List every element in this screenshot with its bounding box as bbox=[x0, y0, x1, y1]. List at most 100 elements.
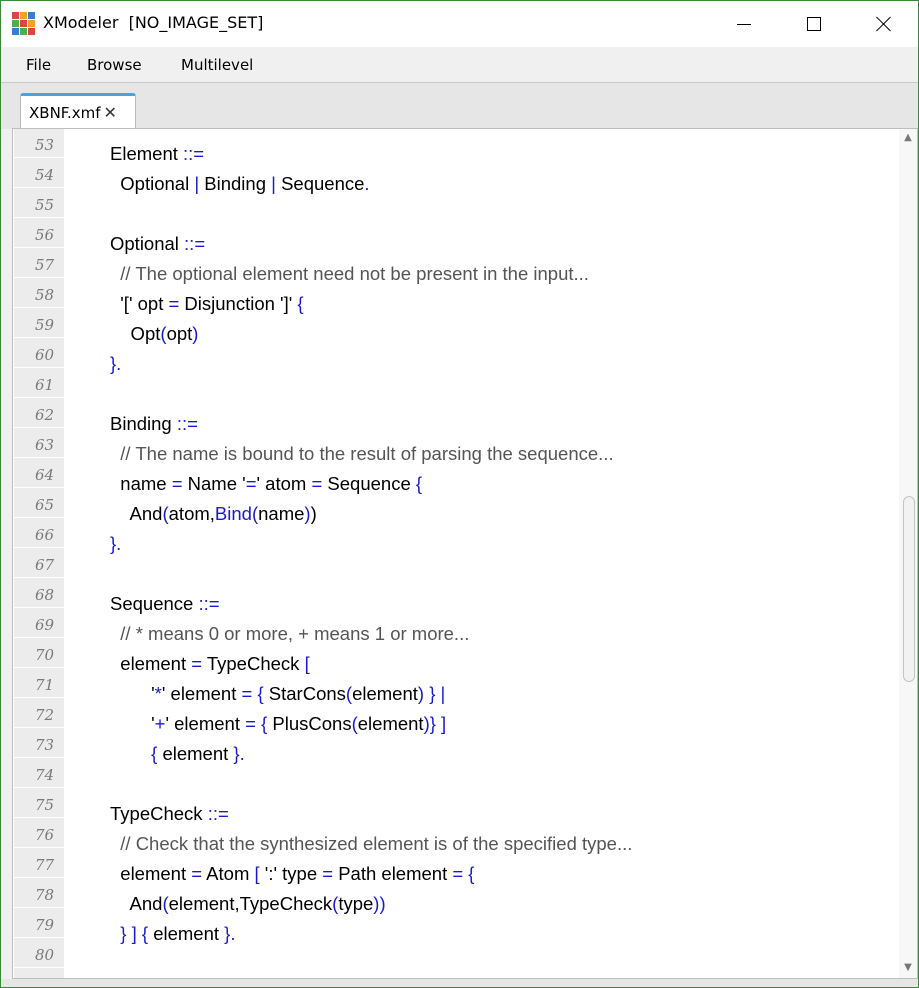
code-token-keyword: { bbox=[297, 293, 304, 314]
gutter-row: 79 bbox=[14, 909, 64, 938]
code-editor[interactable]: 53 54 55 56 57 58 59 60 61 62 63 64 65 66 67 68 69 70 71 72… bbox=[12, 128, 918, 979]
app-icon-square bbox=[28, 20, 35, 27]
code-token: type bbox=[338, 893, 374, 914]
maximize-button[interactable] bbox=[779, 1, 849, 47]
code-comment: // The optional element need not be pres… bbox=[110, 263, 589, 284]
line-number: 70 bbox=[35, 646, 55, 664]
code-token: element bbox=[148, 923, 225, 944]
app-icon-square bbox=[20, 28, 27, 35]
code-token: Optional bbox=[110, 233, 185, 254]
line-number: 77 bbox=[35, 856, 55, 874]
code-token: element bbox=[110, 863, 192, 884]
app-icon-square bbox=[20, 12, 27, 19]
code-token: element bbox=[357, 713, 424, 734]
code-token: element bbox=[352, 683, 418, 704]
gutter-row: 69 bbox=[14, 609, 64, 638]
gutter-row: 62 bbox=[14, 399, 64, 428]
code-token: Sequence bbox=[110, 593, 199, 614]
line-number: 65 bbox=[35, 496, 55, 514]
scrollbar-thumb[interactable] bbox=[903, 496, 915, 682]
code-line[interactable]: }. bbox=[110, 353, 121, 375]
gutter-row: 60 bbox=[14, 339, 64, 368]
code-line[interactable]: } ] { element }. bbox=[110, 923, 235, 945]
code-line[interactable]: // Check that the synthesized element is… bbox=[110, 833, 632, 855]
code-line[interactable]: TypeCheck ::= bbox=[110, 803, 229, 825]
gutter-row: 55 bbox=[14, 189, 64, 218]
gutter-row: 73 bbox=[14, 729, 64, 758]
code-token: ' element bbox=[161, 683, 242, 704]
menu-multilevel[interactable]: Multilevel bbox=[181, 56, 253, 74]
line-number: 72 bbox=[35, 706, 55, 724]
code-token: Sequence bbox=[275, 173, 365, 194]
code-token: name bbox=[110, 473, 172, 494]
app-icon-square bbox=[28, 12, 35, 19]
gutter-row: 78 bbox=[14, 879, 64, 908]
code-token: TypeCheck bbox=[110, 803, 208, 824]
code-line[interactable]: '+' element = { PlusCons(element)} ] bbox=[110, 713, 446, 735]
gutter-row: 56 bbox=[14, 219, 64, 248]
app-icon-square bbox=[12, 28, 19, 35]
code-line[interactable]: And(element,TypeCheck(type)) bbox=[110, 893, 386, 915]
title-bar[interactable]: XModeler [NO_IMAGE_SET] bbox=[1, 1, 918, 47]
minimize-button[interactable] bbox=[709, 1, 779, 47]
code-token: '[' opt bbox=[110, 293, 169, 314]
code-token-keyword: }. bbox=[110, 353, 122, 374]
tab-bar: XBNF.xmf ✕ bbox=[1, 83, 918, 129]
gutter-row: 68 bbox=[14, 579, 64, 608]
code-token-keyword: ::= bbox=[183, 143, 205, 164]
code-token-keyword: ::= bbox=[184, 233, 206, 254]
code-line[interactable]: // * means 0 or more, + means 1 or more.… bbox=[110, 623, 469, 645]
code-token-keyword: = { bbox=[452, 863, 475, 884]
close-button[interactable] bbox=[849, 1, 919, 47]
code-token: TypeCheck bbox=[202, 653, 305, 674]
code-line[interactable]: }. bbox=[110, 533, 121, 555]
tab-xbnf[interactable]: XBNF.xmf ✕ bbox=[20, 93, 136, 129]
gutter-row: 59 bbox=[14, 309, 64, 338]
code-line[interactable]: '*' element = { StarCons(element) } | bbox=[110, 683, 445, 705]
code-line[interactable]: element = TypeCheck [ bbox=[110, 653, 309, 675]
code-line[interactable]: Binding ::= bbox=[110, 413, 198, 435]
code-token-keyword: { bbox=[415, 473, 423, 494]
code-token-keyword: + bbox=[154, 713, 166, 734]
app-icon-square bbox=[20, 20, 27, 27]
code-token: ' bbox=[110, 713, 155, 734]
code-line[interactable]: // The name is bound to the result of pa… bbox=[110, 443, 613, 465]
code-token-keyword: = bbox=[322, 863, 334, 884]
code-token-keyword: ::= bbox=[176, 413, 198, 434]
app-icon-square bbox=[12, 20, 19, 27]
code-line[interactable]: And(atom,Bind(name)) bbox=[110, 503, 317, 525]
tab-close-icon[interactable]: ✕ bbox=[104, 104, 117, 121]
vertical-scrollbar[interactable]: ▲ ▼ bbox=[899, 129, 917, 978]
code-line[interactable]: Optional ::= bbox=[110, 233, 205, 255]
code-line[interactable]: '[' opt = Disjunction ']' { bbox=[110, 293, 304, 315]
code-line[interactable]: Optional | Binding | Sequence. bbox=[110, 173, 369, 195]
code-line[interactable]: Sequence ::= bbox=[110, 593, 220, 615]
code-comment: // Check that the synthesized element is… bbox=[110, 833, 633, 854]
code-token-keyword: Bind( bbox=[214, 503, 259, 524]
app-icon-square bbox=[12, 12, 19, 19]
code-token-keyword: = bbox=[191, 653, 203, 674]
code-token: opt bbox=[166, 323, 193, 344]
code-token-keyword: } ] { bbox=[110, 923, 149, 944]
code-token-keyword: = bbox=[311, 473, 323, 494]
gutter-row: 80 bbox=[14, 939, 64, 968]
code-line[interactable]: // The optional element need not be pres… bbox=[110, 263, 589, 285]
code-line[interactable]: element = Atom [ ':' type = Path element… bbox=[110, 863, 474, 885]
scroll-up-icon[interactable]: ▲ bbox=[903, 133, 913, 143]
scroll-down-icon[interactable]: ▼ bbox=[903, 963, 913, 973]
code-line[interactable]: name = Name '=' atom = Sequence { bbox=[110, 473, 422, 495]
code-line[interactable]: Element ::= bbox=[110, 143, 204, 165]
code-token-keyword: * bbox=[154, 683, 162, 704]
code-token: Disjunction ']' bbox=[179, 293, 298, 314]
code-line[interactable]: Opt(opt) bbox=[110, 323, 199, 345]
code-token: And bbox=[110, 893, 163, 914]
line-number: 66 bbox=[35, 526, 55, 544]
code-line[interactable]: { element }. bbox=[110, 743, 245, 765]
gutter-row: 75 bbox=[14, 789, 64, 818]
gutter-row: 66 bbox=[14, 519, 64, 548]
menu-browse[interactable]: Browse bbox=[87, 56, 142, 74]
menu-file[interactable]: File bbox=[26, 56, 51, 74]
line-number: 76 bbox=[35, 826, 55, 844]
code-token: ' atom bbox=[256, 473, 312, 494]
code-token-keyword: = bbox=[168, 293, 180, 314]
